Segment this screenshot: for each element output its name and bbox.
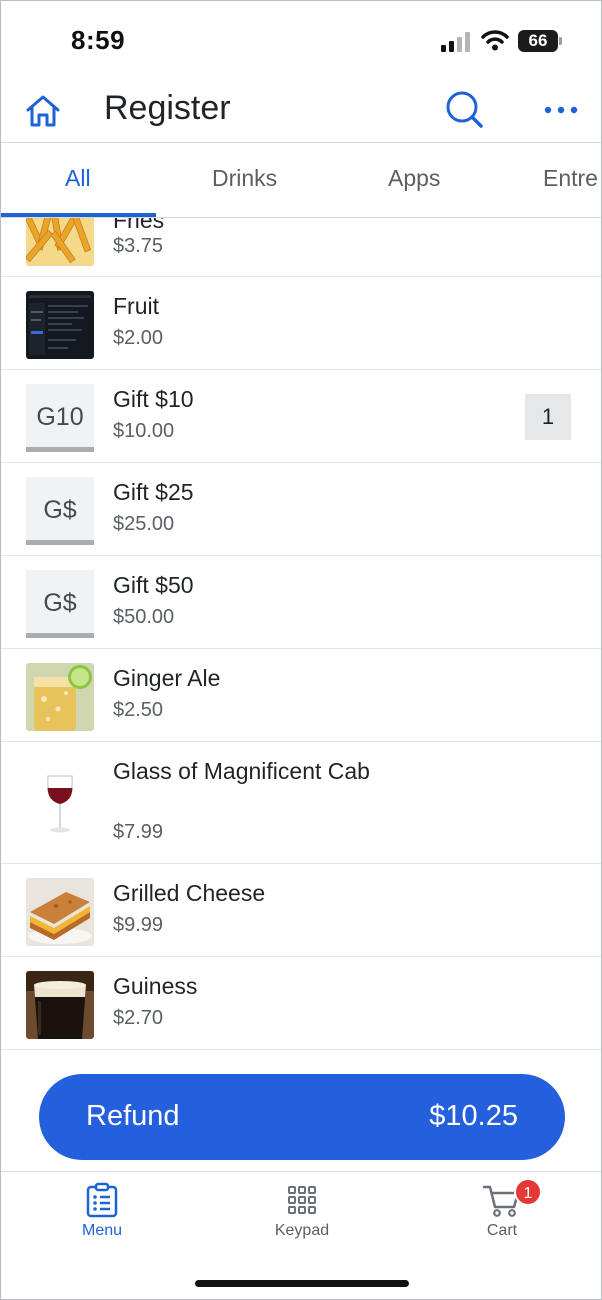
clipboard-list-icon xyxy=(86,1182,118,1218)
home-icon[interactable] xyxy=(23,91,63,131)
tab-drinks[interactable]: Drinks xyxy=(212,165,277,192)
nav-label: Menu xyxy=(81,1222,123,1239)
item-name: Grilled Cheese xyxy=(113,880,266,906)
list-item[interactable]: G10 Gift $10 $10.00 1 xyxy=(1,370,601,463)
list-item[interactable]: G$ Gift $25 $25.00 xyxy=(1,463,601,556)
tab-entrees[interactable]: Entre xyxy=(543,165,598,192)
category-tabs: All Drinks Apps Entre xyxy=(1,143,601,218)
item-price: $2.50 xyxy=(113,699,164,721)
list-item[interactable]: Guiness $2.70 xyxy=(1,957,601,1050)
grilled-cheese-thumbnail xyxy=(26,878,94,946)
item-name: Glass of Magnificent Cab xyxy=(113,758,370,784)
item-name: Fruit xyxy=(113,293,159,319)
ginger-ale-thumbnail xyxy=(26,663,94,731)
list-item[interactable]: Grilled Cheese $9.99 xyxy=(1,864,601,957)
home-indicator xyxy=(195,1280,409,1287)
tab-all[interactable]: All xyxy=(65,165,91,192)
app-header: Register xyxy=(1,81,601,143)
nav-label: Keypad xyxy=(274,1222,330,1239)
battery-level: 66 xyxy=(518,30,558,52)
cellular-signal-icon xyxy=(441,32,470,52)
item-name: Gift $25 xyxy=(113,479,194,505)
list-item[interactable]: Fruit $2.00 xyxy=(1,277,601,370)
item-price: $7.99 xyxy=(113,821,164,843)
status-time: 8:59 xyxy=(71,25,126,55)
red-wine-thumbnail xyxy=(26,768,94,836)
tab-apps[interactable]: Apps xyxy=(388,165,440,192)
gift-thumbnail: G$ xyxy=(26,570,94,638)
gift-thumbnail: G10 xyxy=(26,384,94,452)
item-name: Guiness xyxy=(113,973,198,999)
item-price: $9.99 xyxy=(113,914,164,936)
stout-beer-thumbnail xyxy=(26,971,94,1039)
list-item[interactable]: G$ Gift $50 $50.00 xyxy=(1,556,601,649)
quantity-badge: 1 xyxy=(525,394,571,440)
item-price: $2.70 xyxy=(113,1007,164,1029)
cart-count-badge: 1 xyxy=(514,1178,542,1206)
list-item[interactable]: Ginger Ale $2.50 xyxy=(1,649,601,742)
item-price: $25.00 xyxy=(113,513,175,535)
active-tab-indicator xyxy=(1,213,156,217)
item-name: Fries xyxy=(113,218,165,233)
battery-icon: 66 xyxy=(518,30,562,52)
list-item[interactable]: Fries $3.75 xyxy=(1,218,601,277)
item-name: Ginger Ale xyxy=(113,665,221,691)
app-screen: 8:59 66 Register All Drinks Apps Entre F… xyxy=(0,0,602,1300)
gift-thumbnail: G$ xyxy=(26,477,94,545)
item-price: $3.75 xyxy=(113,235,164,257)
item-name: Gift $50 xyxy=(113,572,194,598)
item-price: $2.00 xyxy=(113,327,164,349)
item-price: $10.00 xyxy=(113,420,175,442)
refund-button[interactable]: Refund $10.25 xyxy=(39,1074,565,1160)
nav-cart[interactable]: 1 Cart xyxy=(442,1178,562,1252)
wifi-icon xyxy=(481,30,509,51)
item-price: $50.00 xyxy=(113,606,175,628)
refund-label: Refund xyxy=(86,1100,180,1132)
status-bar: 8:59 66 xyxy=(1,1,601,81)
fruit-thumbnail xyxy=(26,291,94,359)
search-icon[interactable] xyxy=(444,89,484,129)
refund-amount: $10.25 xyxy=(429,1100,518,1132)
list-item[interactable]: Glass of Magnificent Cab $7.99 xyxy=(1,742,601,864)
fries-thumbnail xyxy=(26,218,94,266)
nav-label: Cart xyxy=(486,1222,518,1239)
item-name: Gift $10 xyxy=(113,386,194,412)
nav-keypad[interactable]: Keypad xyxy=(242,1182,362,1252)
keypad-grid-icon xyxy=(288,1186,316,1214)
nav-menu[interactable]: Menu xyxy=(42,1182,162,1252)
more-horizontal-icon[interactable] xyxy=(541,95,581,125)
menu-item-list[interactable]: Fries $3.75 Fruit $2.00 G10 Gift $10 $10… xyxy=(1,218,601,1051)
page-title: Register xyxy=(104,89,231,127)
